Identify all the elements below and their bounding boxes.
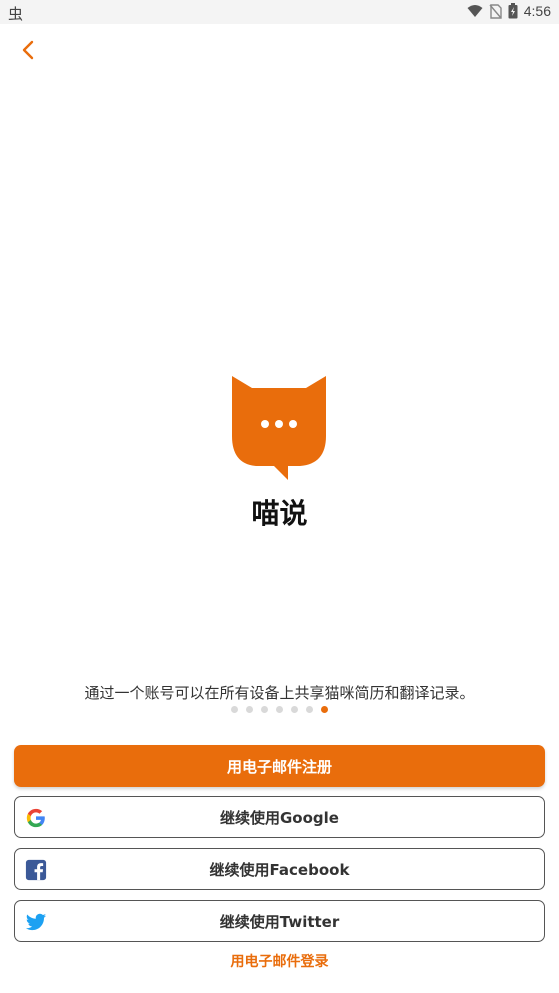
no-sim-icon	[489, 3, 502, 19]
continue-facebook-button[interactable]: 继续使用Facebook	[14, 848, 545, 890]
register-email-button[interactable]: 用电子邮件注册	[14, 745, 545, 787]
register-email-label: 用电子邮件注册	[226, 757, 332, 776]
cat-speech-bubble-logo	[232, 376, 326, 480]
status-bar: 虫 4:56	[0, 0, 559, 24]
continue-twitter-button[interactable]: 继续使用Twitter	[14, 900, 545, 942]
continue-facebook-label: 继续使用Facebook	[209, 860, 350, 879]
page-dot	[321, 706, 328, 713]
page-dot	[261, 706, 268, 713]
continue-google-label: 继续使用Google	[220, 808, 339, 827]
status-time: 4:56	[523, 3, 551, 19]
onboarding-tagline: 通过一个账号可以在所有设备上共享猫咪简历和翻译记录。	[84, 684, 475, 702]
battery-icon	[508, 3, 518, 19]
page-dot	[231, 706, 238, 713]
app-name: 喵说	[251, 497, 308, 530]
page-indicator	[0, 706, 559, 713]
page-dot	[246, 706, 253, 713]
google-icon	[26, 808, 45, 828]
twitter-icon	[25, 913, 47, 931]
back-button[interactable]	[12, 34, 44, 66]
chevron-left-icon	[22, 40, 34, 60]
page-dot	[306, 706, 313, 713]
wifi-icon	[467, 5, 483, 17]
login-email-link[interactable]: 用电子邮件登录	[0, 951, 559, 971]
dot-icon	[275, 420, 283, 428]
dot-icon	[289, 420, 297, 428]
page-dot	[276, 706, 283, 713]
debug-icon: 虫	[8, 5, 24, 23]
page-dot	[291, 706, 298, 713]
continue-twitter-label: 继续使用Twitter	[219, 912, 340, 931]
continue-google-button[interactable]: 继续使用Google	[14, 796, 545, 838]
status-icons: 4:56	[467, 3, 551, 19]
facebook-icon	[25, 859, 47, 881]
dot-icon	[261, 420, 269, 428]
